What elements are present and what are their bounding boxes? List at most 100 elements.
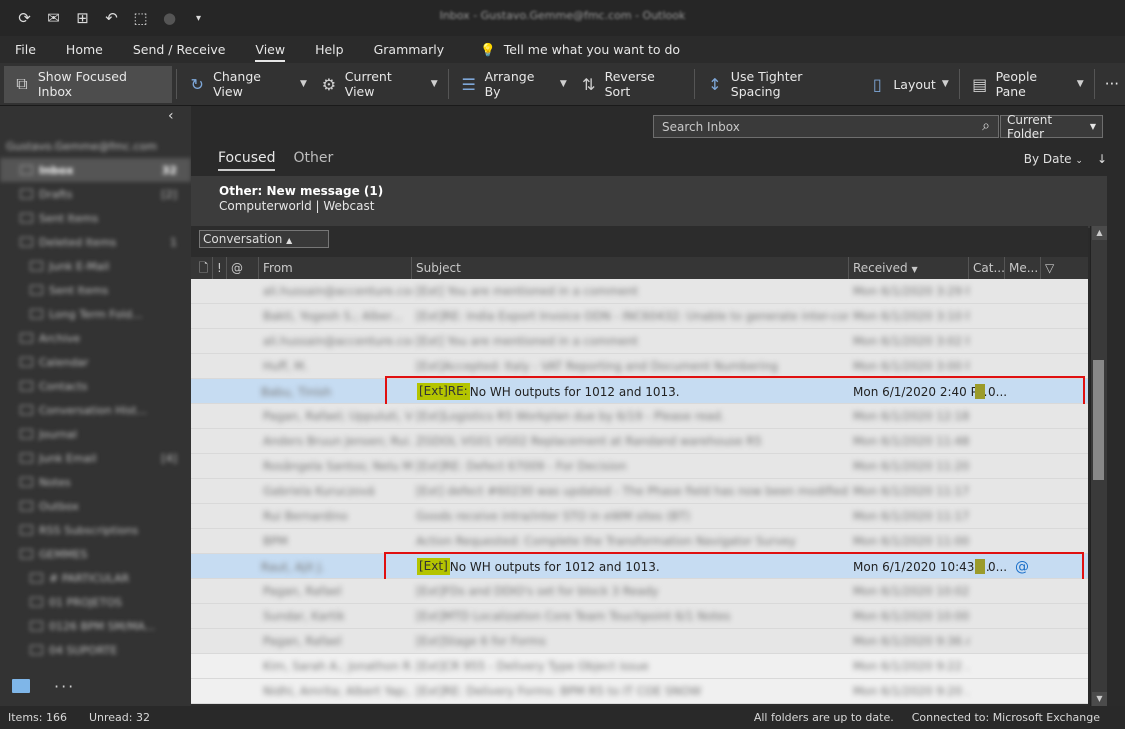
category-color-icon <box>975 384 985 399</box>
tab-focused[interactable]: Focused <box>218 150 276 171</box>
search-scope-dropdown[interactable]: Current Folder ▼ <box>1000 113 1103 141</box>
people-pane-button[interactable]: ▤ People Pane ▼ <box>964 66 1090 103</box>
sidebar-folder[interactable]: GEMMES <box>0 542 191 566</box>
sidebar-folder[interactable]: 04 SUPORTE <box>0 638 191 662</box>
search-input[interactable]: Search Inbox ⌕ <box>653 115 999 138</box>
folder-icon <box>20 381 33 391</box>
doc-icon[interactable]: 🗋 <box>191 257 213 279</box>
folder-count: [2] <box>161 187 177 201</box>
table-row[interactable]: Huff, M. [Ext]Accepted: Italy - VAT Repor… <box>191 354 1088 379</box>
sidebar-folder[interactable]: Notes <box>0 470 191 494</box>
sidebar-folder[interactable]: RSS Subscriptions <box>0 518 191 542</box>
menu-file[interactable]: File <box>0 36 51 63</box>
tell-me-box[interactable]: 💡 Tell me what you want to do <box>465 36 695 63</box>
account-header[interactable]: Gustavo.Gemme@fmc.com <box>0 134 191 158</box>
sidebar-folder[interactable]: # PARTICULAR <box>0 566 191 590</box>
sidebar-folder[interactable]: Junk Email [4] <box>0 446 191 470</box>
change-view-button[interactable]: ↻ Change View ▼ <box>181 66 313 103</box>
attachment-icon[interactable]: @ <box>227 257 259 279</box>
sidebar-folder[interactable]: Drafts [2] <box>0 182 191 206</box>
more-button[interactable]: ··· <box>1099 66 1125 103</box>
row-content: Gabriela Kuruczová [Ext] defect #60230 wa… <box>191 479 1088 503</box>
table-row[interactable]: Nidhi, Amrita; Albert Yap;... [Ext]RE: De… <box>191 679 1088 704</box>
scroll-thumb[interactable] <box>1093 360 1104 480</box>
table-row[interactable]: ali.hussain@accenture.com [Ext] You are m… <box>191 279 1088 304</box>
table-row[interactable]: Babu, Tinish [Ext]RE: No WH outputs for 10… <box>191 376 1088 406</box>
sidebar-folder[interactable]: Contacts <box>0 374 191 398</box>
folder-icon[interactable] <box>12 679 30 693</box>
sidebar-folder[interactable]: 01 PROJETOS <box>0 590 191 614</box>
table-row[interactable]: Raut, Ajit J. [Ext] No WH outputs for 1012… <box>191 552 1088 582</box>
sidebar-folder[interactable]: Sent Items <box>0 278 191 302</box>
subject-column[interactable]: Subject <box>412 257 849 279</box>
folder-icon <box>30 621 43 631</box>
collapse-pane-icon[interactable]: ‹ <box>168 108 174 124</box>
search-icon[interactable]: ⌕ <box>982 118 990 134</box>
sort-control[interactable]: By Date ⌄ ↓ <box>1024 152 1107 166</box>
chevron-down-icon: ▼ <box>1076 79 1084 89</box>
tab-other[interactable]: Other <box>293 150 333 171</box>
table-row[interactable]: ali.hussain@accenture.com [Ext] You are m… <box>191 329 1088 354</box>
table-row[interactable]: BPM Action Requested: Complete the Transf… <box>191 529 1088 554</box>
sidebar-folder[interactable]: Outbox <box>0 494 191 518</box>
current-view-button[interactable]: ⚙ Current View ▼ <box>313 66 444 103</box>
importance-icon[interactable]: ! <box>213 257 227 279</box>
sidebar-folder[interactable]: Deleted Items 1 <box>0 230 191 254</box>
menu-grammarly[interactable]: Grammarly <box>359 36 460 63</box>
mention-column[interactable]: Me... <box>1005 257 1041 279</box>
row-from: Babu, Tinish <box>261 384 332 399</box>
table-row[interactable]: Kim, Sarah A.; Jonathon R... [Ext]CR 955 … <box>191 654 1088 679</box>
menu-help[interactable]: Help <box>300 36 359 63</box>
row-received: Mon 6/1/2020 11:17 ... <box>853 509 969 523</box>
other-notice[interactable]: Other: New message (1) Computerworld | W… <box>191 176 1107 228</box>
table-row[interactable]: Rosângela Santos; Nelu M... [Ext]RE: Defe… <box>191 454 1088 479</box>
from-column[interactable]: From <box>259 257 412 279</box>
tighter-spacing-button[interactable]: ↕ Use Tighter Spacing <box>699 66 861 103</box>
table-row[interactable]: Pagan, Rafael; Uppuluti, V... [Ext]Logist… <box>191 404 1088 429</box>
received-column[interactable]: Received ▼ <box>849 257 969 279</box>
reverse-sort-button[interactable]: ⇅ Reverse Sort <box>573 66 690 103</box>
folder-pane: ‹ Gustavo.Gemme@fmc.com Inbox 32 Drafts [2]… <box>0 106 191 706</box>
folder-label: Contacts <box>39 379 88 393</box>
more-apps-icon[interactable]: ··· <box>54 677 75 696</box>
row-subject: [Ext]Logistics R5 Workplan due by 6/19 -… <box>416 409 725 423</box>
sidebar-folder[interactable]: 0126 BPM SM/MA... <box>0 614 191 638</box>
category-column[interactable]: Cat... <box>969 257 1005 279</box>
table-row[interactable]: Gabriela Kuruczová [Ext] defect #60230 wa… <box>191 479 1088 504</box>
show-focused-inbox-button[interactable]: ⧉ Show Focused Inbox <box>4 65 173 103</box>
sort-direction-icon[interactable]: ↓ <box>1097 152 1107 166</box>
sidebar-folder[interactable]: Journal <box>0 422 191 446</box>
sidebar-folder[interactable]: Conversation Hist... <box>0 398 191 422</box>
menu-home[interactable]: Home <box>51 36 118 63</box>
conversation-label: Conversation <box>203 232 283 246</box>
folder-label: Notes <box>39 475 71 489</box>
menu-send-receive[interactable]: Send / Receive <box>118 36 241 63</box>
table-row[interactable]: Anders Bruun Jensen; Rui... ZGDOL VG01 VG… <box>191 429 1088 454</box>
message-list: Conversation ▲ 🗋 ! @ From Subject Receiv… <box>191 226 1088 706</box>
menu-view[interactable]: View <box>240 36 300 63</box>
sidebar-folder[interactable]: Sent Items <box>0 206 191 230</box>
sidebar-folder[interactable]: Inbox 32 <box>0 158 191 182</box>
sidebar-folder[interactable]: Long Term Fold... <box>0 302 191 326</box>
message-list-pane: Search Inbox ⌕ Current Folder ▼ Focused Ot… <box>191 106 1125 706</box>
table-row[interactable]: Pagan, Rafael [Ext]Stage 6 for Forms Mon 6… <box>191 629 1088 654</box>
vertical-scrollbar[interactable]: ▲ ▼ <box>1090 226 1107 706</box>
folder-icon <box>30 261 43 271</box>
table-row[interactable]: Sundar, Kartik [Ext]MTD Localization Core… <box>191 604 1088 629</box>
filter-icon[interactable]: ▽ <box>1041 257 1081 279</box>
sidebar-folder[interactable]: Archive <box>0 326 191 350</box>
layout-button[interactable]: ▯ Layout ▼ <box>861 66 954 103</box>
conversation-group-dropdown[interactable]: Conversation ▲ <box>199 230 329 248</box>
table-row[interactable]: Pagan, Rafael [Ext]FDs and DDIO's set for… <box>191 579 1088 604</box>
people-pane-label: People Pane <box>995 69 1038 99</box>
table-row[interactable]: Bakti, Yogesh S.; Alber... [Ext]RE: India… <box>191 304 1088 329</box>
sidebar-folder[interactable]: Junk E-Mail <box>0 254 191 278</box>
arrange-by-button[interactable]: ☰ Arrange By ▼ <box>453 66 573 103</box>
table-row[interactable]: Rui Bernardino Goods receive intra/inter … <box>191 504 1088 529</box>
row-subject: [Ext]RE: Defect 67009 - For Decision <box>416 459 627 473</box>
gear-icon: ⚙ <box>321 74 337 94</box>
scroll-down-icon[interactable]: ▼ <box>1092 692 1107 706</box>
sidebar-folder[interactable]: Calendar <box>0 350 191 374</box>
scroll-up-icon[interactable]: ▲ <box>1092 226 1107 240</box>
sync-status: All folders are up to date. <box>753 711 894 724</box>
